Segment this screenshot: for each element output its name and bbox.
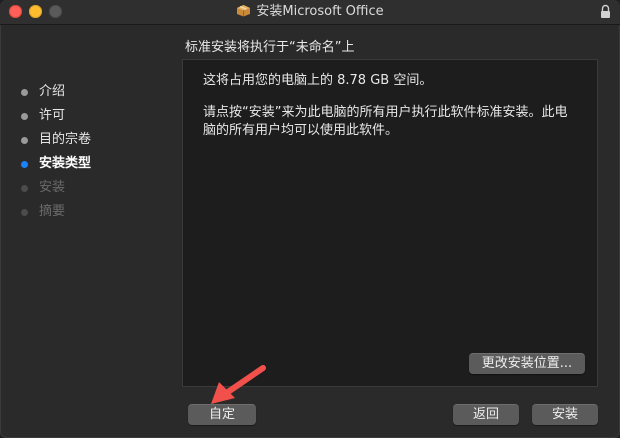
- step-dot-icon: [21, 137, 28, 144]
- step-dot-icon: [21, 185, 28, 192]
- step-dot-icon: [21, 89, 28, 96]
- annotation-arrow-icon: [211, 365, 266, 404]
- step-license: 许可: [20, 104, 170, 128]
- change-install-location-button[interactable]: 更改安装位置...: [469, 353, 585, 374]
- installer-window: 安装Microsoft Office 标准安装将执行于“未命名”上 介绍 许可 …: [0, 0, 620, 438]
- step-label: 安装类型: [39, 156, 92, 171]
- step-dot-icon: [21, 161, 28, 168]
- install-description: 请点按“安装”来为此电脑的所有用户执行此软件标准安装。此电脑的所有用户均可以使用…: [203, 105, 568, 138]
- window-title-area: 安装Microsoft Office: [0, 3, 620, 21]
- step-label: 安装: [39, 180, 66, 195]
- step-installation-type: 安装类型: [20, 152, 170, 176]
- step-label: 摘要: [39, 204, 66, 219]
- title-bar: 安装Microsoft Office: [0, 0, 620, 25]
- customize-button[interactable]: 自定: [188, 404, 256, 425]
- step-dot-icon: [21, 113, 28, 120]
- back-button[interactable]: 返回: [453, 404, 519, 425]
- package-icon: [237, 5, 251, 17]
- lock-icon[interactable]: [600, 4, 611, 19]
- space-required-text: 这将占用您的电脑上的 8.78 GB 空间。: [203, 73, 433, 88]
- content-panel: 这将占用您的电脑上的 8.78 GB 空间。 请点按“安装”来为此电脑的所有用户…: [182, 59, 598, 387]
- step-summary: 摘要: [20, 200, 170, 224]
- step-destination: 目的宗卷: [20, 128, 170, 152]
- page-heading: 标准安装将执行于“未命名”上: [185, 40, 355, 55]
- step-label: 目的宗卷: [39, 132, 92, 147]
- window-title: 安装Microsoft Office: [256, 4, 384, 19]
- step-label: 许可: [39, 108, 66, 123]
- step-install: 安装: [20, 176, 170, 200]
- install-button[interactable]: 安装: [532, 404, 598, 425]
- steps-sidebar: 介绍 许可 目的宗卷 安装类型 安装 摘要: [20, 80, 170, 224]
- step-dot-icon: [21, 209, 28, 216]
- step-intro: 介绍: [20, 80, 170, 104]
- step-label: 介绍: [39, 84, 66, 99]
